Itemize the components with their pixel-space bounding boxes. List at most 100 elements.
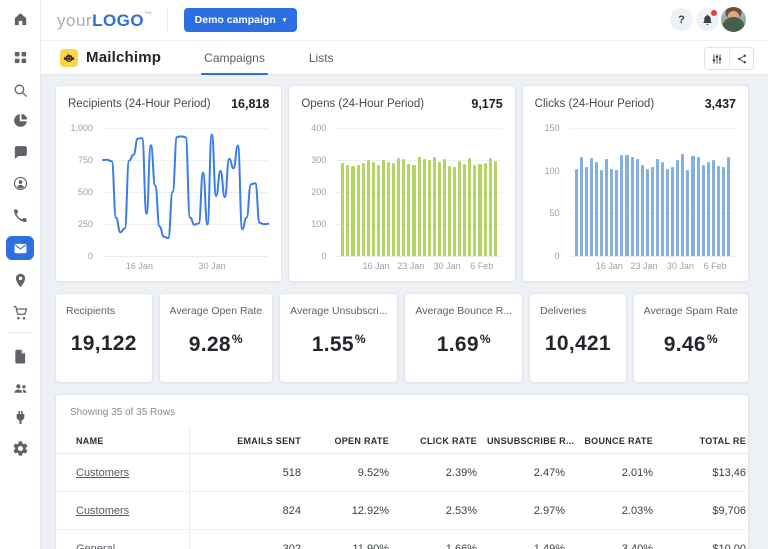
bar <box>656 159 659 256</box>
tune-icon <box>711 53 723 65</box>
campaign-dropdown-button[interactable]: Demo campaign ▾ <box>184 8 298 32</box>
kpi-unit: % <box>355 332 366 346</box>
campaign-name-link[interactable]: Customers <box>76 467 129 479</box>
shopping-cart-icon <box>12 304 29 321</box>
app-logo: yourLOGO™ <box>57 10 153 31</box>
y-tick-label: 500 <box>78 187 93 197</box>
x-axis: 16 Jan23 Jan30 Jan6 Feb <box>336 261 501 273</box>
sidebar-item-settings[interactable] <box>11 439 29 457</box>
sidebar-item-email-active[interactable] <box>6 236 34 260</box>
chart-title: Clicks (24-Hour Period) <box>535 98 655 110</box>
bar <box>418 157 421 256</box>
line-chart-plot: 1,0007505002500 <box>66 128 268 256</box>
location-pin-icon <box>12 272 29 289</box>
sidebar-item-search[interactable] <box>11 81 29 99</box>
y-axis: 1,0007505002500 <box>66 128 98 256</box>
kpi-card: Average Spam Rate9.46% <box>633 293 749 383</box>
sidebar-item-home[interactable] <box>11 10 29 28</box>
sidebar-item-analytics[interactable] <box>11 111 29 129</box>
y-axis: 150100500 <box>533 128 565 256</box>
tab-lists[interactable]: Lists <box>308 51 335 65</box>
notifications-button[interactable] <box>696 8 719 31</box>
user-avatar[interactable] <box>721 7 746 32</box>
table-cell: 1.49% <box>487 543 575 549</box>
dashboard-content: Recipients (24-Hour Period) 16,818 1,000… <box>41 76 768 549</box>
share-button[interactable] <box>729 48 753 69</box>
tab-campaigns[interactable]: Campaigns <box>203 51 266 65</box>
kpi-card: Recipients19,122 <box>55 293 153 383</box>
bar <box>636 159 639 256</box>
table-cell: 11.90% <box>311 543 399 549</box>
x-tick-label: 16 Jan <box>362 261 389 271</box>
logo-tm: ™ <box>144 10 153 19</box>
bar <box>580 157 583 256</box>
y-tick-label: 0 <box>555 251 560 261</box>
sidebar-item-persona[interactable] <box>11 174 29 192</box>
table-cell: Customers <box>56 505 189 517</box>
bar <box>600 170 603 256</box>
header-actions <box>704 47 754 70</box>
sidebar-item-ecommerce[interactable] <box>11 303 29 321</box>
table-header-cell: TOTAL RE <box>663 436 749 446</box>
bar <box>661 162 664 256</box>
help-button[interactable]: ? <box>670 8 693 31</box>
kpi-card: Average Unsubscri...1.55% <box>279 293 398 383</box>
campaign-name-link[interactable]: Customers <box>76 505 129 517</box>
sidebar-item-locations[interactable] <box>11 271 29 289</box>
sidebar-item-chat[interactable] <box>11 143 29 161</box>
bar <box>387 162 390 256</box>
bar <box>646 169 649 256</box>
y-tick-label: 0 <box>88 251 93 261</box>
sidebar-item-calls[interactable] <box>11 206 29 224</box>
chart-total-value: 3,437 <box>705 97 736 111</box>
table-cell: 302 <box>189 543 311 549</box>
gear-icon <box>12 440 29 457</box>
kpi-unit: % <box>707 332 718 346</box>
sidebar-item-clients[interactable] <box>11 379 29 397</box>
sidebar-item-reports[interactable] <box>11 347 29 365</box>
bar <box>489 158 492 256</box>
kpi-unit: % <box>232 332 243 346</box>
bar-chart-plot: 4003002001000 <box>299 128 501 256</box>
x-tick-label: 30 Jan <box>434 261 461 271</box>
y-tick-label: 0 <box>321 251 326 261</box>
sidebar-item-dashboards[interactable] <box>11 48 29 66</box>
bar-chart-plot: 150100500 <box>533 128 735 256</box>
chart-total-value: 9,175 <box>471 97 502 111</box>
bar <box>351 166 354 256</box>
bar <box>681 154 684 256</box>
x-axis: 16 Jan23 Jan30 Jan6 Feb <box>570 261 735 273</box>
kpi-value: 19,122 <box>66 332 142 356</box>
logo-brand: LOGO <box>92 11 144 30</box>
bar <box>625 155 628 256</box>
table-cell: 3.40% <box>575 543 663 549</box>
document-icon <box>12 348 29 365</box>
bar <box>641 165 644 256</box>
table-header-cell: EMAILS SENT <box>189 436 311 446</box>
campaign-name-link[interactable]: General <box>76 543 115 549</box>
bar <box>392 163 395 256</box>
bar <box>605 159 608 256</box>
bar <box>367 160 370 256</box>
filter-button[interactable] <box>705 48 729 69</box>
bar <box>473 165 476 256</box>
table-cell: General <box>56 543 189 549</box>
x-tick-label: 23 Jan <box>631 261 658 271</box>
kpi-card: Deliveries10,421 <box>529 293 627 383</box>
table-cell: 9.52% <box>311 467 399 479</box>
bar <box>443 159 446 256</box>
integration-tabs: Campaigns Lists <box>203 41 334 74</box>
y-axis: 4003002001000 <box>299 128 331 256</box>
table-cell: 2.03% <box>575 505 663 517</box>
table-cell: 824 <box>189 505 311 517</box>
bar <box>433 157 436 256</box>
y-tick-label: 100 <box>545 166 560 176</box>
bar <box>428 160 431 256</box>
bar <box>727 157 730 256</box>
bar <box>357 165 360 256</box>
bar-series <box>570 128 735 256</box>
bar <box>651 167 654 256</box>
bar <box>676 160 679 256</box>
bar <box>458 161 461 256</box>
sidebar-item-integrations[interactable] <box>11 408 29 426</box>
